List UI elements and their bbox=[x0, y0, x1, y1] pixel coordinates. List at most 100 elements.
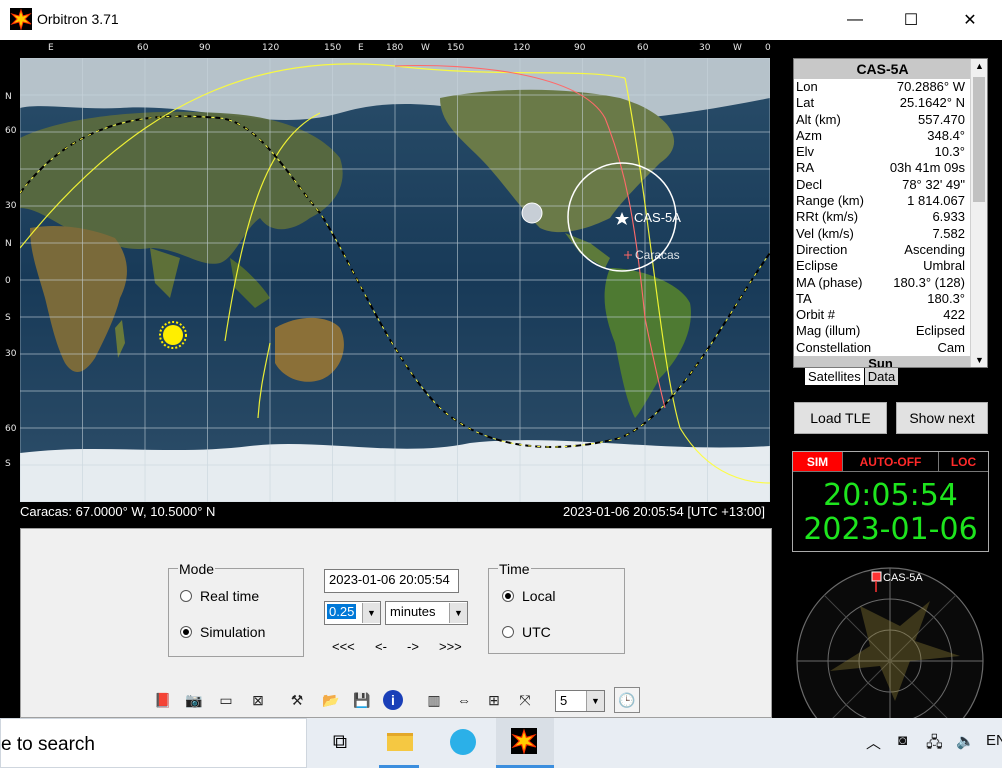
step-back-fast-button[interactable]: <<< bbox=[332, 639, 355, 654]
row-value: 70.2886° W bbox=[896, 79, 965, 94]
window-split-icon[interactable]: ▥ bbox=[421, 687, 447, 713]
expand-icon[interactable]: ⤧ bbox=[512, 687, 538, 713]
camera-icon[interactable]: 📷 bbox=[181, 687, 207, 713]
chevron-down-icon[interactable]: ▼ bbox=[362, 603, 380, 623]
task-view-icon[interactable]: ⧉ bbox=[326, 728, 354, 756]
satellite-data-row: Alt (km) 557.470 bbox=[794, 112, 987, 128]
orbitron-logo-icon bbox=[511, 728, 537, 754]
orbitron-window: Orbitron 3.71 — ☐ ✕ E 60 90 120 150 E 180 W 150 1… bbox=[0, 0, 1002, 768]
radio-on-icon bbox=[502, 590, 514, 602]
auto-off-flag[interactable]: AUTO-OFF bbox=[843, 452, 939, 471]
satellite-data-row: Range (km) 1 814.067 bbox=[794, 193, 987, 209]
longitude-tick-label: W bbox=[421, 43, 430, 53]
latitude-tick-label: 60 bbox=[5, 126, 17, 136]
utc-time-radio[interactable]: UTC bbox=[502, 624, 551, 640]
satellite-data-row: Orbit # 422 bbox=[794, 307, 987, 323]
chevron-up-icon[interactable]: ︿ bbox=[866, 732, 881, 753]
row-value: 180.3° bbox=[927, 290, 965, 306]
language-indicator[interactable]: EN bbox=[986, 732, 1002, 749]
maximize-button[interactable]: ☐ bbox=[888, 0, 934, 40]
info-icon[interactable]: i bbox=[380, 687, 406, 713]
row-value: 1 814.067 bbox=[907, 193, 965, 209]
satellite-data-row: RRt (km/s) 6.933 bbox=[794, 209, 987, 225]
latitude-tick-label: 60 bbox=[5, 424, 17, 434]
observer-location: Caracas: 67.0000° W, 10.5000° N bbox=[20, 504, 216, 519]
row-value: 78° 32' 49" bbox=[902, 176, 965, 192]
file-explorer-icon[interactable] bbox=[386, 728, 414, 756]
realtime-radio[interactable]: Real time bbox=[180, 588, 259, 604]
step-back-button[interactable]: <- bbox=[375, 639, 387, 654]
local-time-radio[interactable]: Local bbox=[502, 588, 555, 604]
chevron-down-icon[interactable]: ▼ bbox=[975, 355, 984, 365]
satellite-map-label: CAS-5A bbox=[634, 210, 681, 225]
radio-off-icon bbox=[180, 590, 192, 602]
open-folder-icon[interactable]: 📂 bbox=[318, 687, 344, 713]
satellite-data-row: Lat 25.1642° N bbox=[794, 95, 987, 111]
speed-combo[interactable]: 5 ▼ bbox=[555, 690, 605, 712]
minimize-map-icon[interactable]: ▭ bbox=[213, 687, 239, 713]
satellite-data-row: Eclipse Umbral bbox=[794, 258, 987, 274]
close-button[interactable]: ✕ bbox=[947, 0, 993, 40]
chevron-down-icon[interactable]: ▼ bbox=[586, 691, 604, 711]
panel-scrollbar[interactable]: ▲ ▼ bbox=[970, 59, 987, 367]
minimize-button[interactable]: — bbox=[832, 0, 878, 40]
latitude-tick-label: 0 bbox=[5, 276, 11, 286]
latitude-tick-label: 30 bbox=[5, 201, 17, 211]
satellite-data-list: Lon 70.2886° W Lat 25.1642° N Alt (km) 557.47… bbox=[794, 79, 987, 356]
step-unit: minutes bbox=[390, 604, 436, 619]
row-value: Ascending bbox=[904, 241, 965, 257]
row-label: RRt (km/s) bbox=[796, 209, 859, 225]
row-value: 557.470 bbox=[918, 111, 965, 127]
book-icon[interactable]: 📕 bbox=[150, 687, 176, 713]
scroll-thumb[interactable] bbox=[973, 77, 985, 202]
chevron-down-icon[interactable]: ▼ bbox=[449, 603, 467, 623]
resize-horizontal-icon[interactable]: ⇔ bbox=[451, 687, 477, 713]
close-map-icon[interactable]: ⊠ bbox=[245, 687, 271, 713]
row-value: 03h 41m 09s bbox=[889, 160, 965, 176]
longitude-tick-label: 150 bbox=[324, 43, 342, 53]
world-map[interactable]: CAS-5A Caracas bbox=[20, 58, 770, 502]
radar-plot[interactable]: CAS-5A bbox=[790, 566, 990, 718]
satellite-data-row: Azm 348.4° bbox=[794, 128, 987, 144]
clock-flags: SIM AUTO-OFF LOC bbox=[793, 452, 988, 472]
row-label: Vel (km/s) bbox=[796, 225, 854, 241]
clock-icon[interactable]: 🕒 bbox=[614, 687, 640, 713]
row-value: 7.582 bbox=[932, 225, 965, 241]
datetime-field[interactable]: 2023-01-06 20:05:54 bbox=[324, 569, 459, 593]
satellite-data-panel[interactable]: CAS-5A Lon 70.2886° W Lat 25.1642° N Alt (km… bbox=[793, 58, 988, 368]
row-label: RA bbox=[796, 160, 815, 176]
step-unit-combo[interactable]: minutes ▼ bbox=[385, 601, 468, 625]
sim-flag[interactable]: SIM bbox=[793, 452, 843, 471]
window-title: Orbitron 3.71 bbox=[37, 11, 119, 27]
step-forward-button[interactable]: -> bbox=[407, 639, 419, 654]
fullscreen-icon[interactable]: ⊞ bbox=[481, 687, 507, 713]
clock-time: 20:05:54 bbox=[823, 478, 958, 513]
simulation-radio[interactable]: Simulation bbox=[180, 624, 265, 640]
orbitron-logo-icon bbox=[10, 8, 32, 31]
webcam-icon[interactable]: ◙ bbox=[898, 732, 907, 749]
tab-satellites[interactable]: Satellites bbox=[804, 368, 865, 386]
row-label: Eclipse bbox=[796, 258, 838, 274]
latitude-tick-label: N bbox=[5, 92, 12, 102]
browser-icon[interactable] bbox=[449, 728, 477, 756]
network-icon[interactable]: 🖧 bbox=[926, 732, 943, 757]
orbitron-task-button[interactable] bbox=[496, 718, 554, 768]
radar-satellite-label: CAS-5A bbox=[883, 572, 923, 584]
tools-icon[interactable]: ⚒ bbox=[284, 687, 310, 713]
row-label: MA (phase) bbox=[796, 274, 863, 290]
chevron-up-icon[interactable]: ▲ bbox=[975, 61, 984, 71]
longitude-tick-label: W bbox=[733, 43, 742, 53]
satellite-data-row: RA 03h 41m 09s bbox=[794, 160, 987, 176]
volume-icon[interactable]: 🔈 bbox=[956, 732, 975, 750]
show-next-button[interactable]: Show next bbox=[896, 402, 988, 434]
taskbar-search[interactable]: e to search bbox=[0, 718, 307, 768]
longitude-tick-label: 120 bbox=[513, 43, 531, 53]
row-label: Alt (km) bbox=[796, 111, 841, 127]
step-value-combo[interactable]: 0.25 ▼ bbox=[324, 601, 381, 625]
step-forward-fast-button[interactable]: >>> bbox=[439, 639, 462, 654]
load-tle-button[interactable]: Load TLE bbox=[794, 402, 887, 434]
latitude-tick-label: 30 bbox=[5, 349, 17, 359]
tab-data[interactable]: Data bbox=[864, 368, 900, 386]
save-icon[interactable]: 💾 bbox=[349, 687, 375, 713]
loc-flag[interactable]: LOC bbox=[939, 452, 988, 471]
